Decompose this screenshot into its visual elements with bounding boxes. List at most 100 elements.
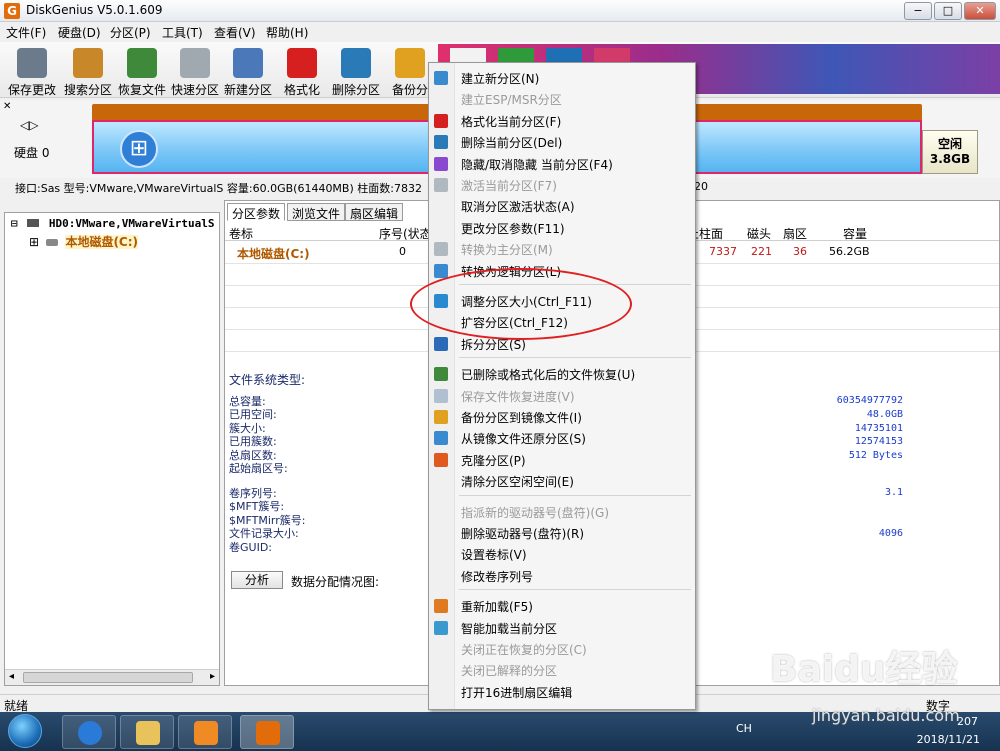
detail-value: 12574153 [854,436,903,447]
menu-item[interactable]: 从镜像文件还原分区(S) [429,427,695,448]
backup-pie-icon [434,410,448,424]
menu-item[interactable]: 隐藏/取消隐藏 当前分区(F4) [429,153,695,174]
menu-partition[interactable]: 分区(P) [110,24,151,41]
menu-item[interactable]: 已删除或格式化后的文件恢复(U) [429,363,695,384]
detail-label: 卷序列号: [229,487,277,500]
disk-nav-arrows[interactable]: ◁▷ [20,118,38,132]
taskbar-diskgenius[interactable] [240,715,294,749]
menu-item[interactable]: 打开16进制扇区编辑 [429,681,695,702]
internet-explorer-icon [78,721,102,745]
quick-partition-button[interactable]: 快速分区 [167,48,223,97]
tree-expand-icon[interactable]: ⊞ [29,235,39,249]
new-partition-button[interactable]: 新建分区 [220,48,276,97]
window-title: DiskGenius V5.0.1.609 [26,3,163,17]
detail-label: 卷GUID: [229,541,272,554]
column-header[interactable]: 容量 [843,225,867,242]
tab-browse-files[interactable]: 浏览文件 [287,203,346,221]
free-space-size: 3.8GB [929,152,971,166]
smart-load-icon [434,620,448,635]
search-partition-button[interactable]: 搜索分区 [60,48,116,97]
free-space-segment[interactable]: 空闲 3.8GB [922,130,978,174]
tree-item-local-disk-c[interactable]: ⊞ 本地磁盘(C:) [29,233,139,250]
menu-item-label: 关闭已解释的分区 [461,664,558,679]
scroll-left-icon[interactable]: ◂ [9,671,14,682]
format-button[interactable]: 格式化 [274,48,330,97]
menu-item[interactable]: 格式化当前分区(F) [429,110,695,131]
tree-item-label: 本地磁盘(C:) [65,235,139,249]
row-size: 56.2GB [829,245,870,258]
analyze-button[interactable]: 分析 [231,571,283,589]
row-volume-label: 本地磁盘(C:) [237,247,310,261]
windows-logo-icon: ⊞ [120,130,158,168]
column-header[interactable]: 磁头 [747,225,771,242]
column-header[interactable]: 卷标 [229,225,253,242]
split-icon [434,336,448,351]
menu-bar: 文件(F) 硬盘(D) 分区(P) 工具(T) 查看(V) 帮助(H) [0,22,1000,42]
close-icon[interactable]: ✕ [3,101,11,112]
menu-item[interactable]: 设置卷标(V) [429,543,695,564]
menu-item-label: 重新加载(F5) [461,600,533,615]
tree-item-label: HD0:VMware,VMwareVirtualS [48,217,215,230]
menu-tools[interactable]: 工具(T) [162,24,203,41]
menu-item: 关闭正在恢复的分区(C) [429,638,695,659]
minimize-button[interactable]: − [904,2,932,20]
scroll-right-icon[interactable]: ▸ [210,671,215,682]
menu-item-label: 隐藏/取消隐藏 当前分区(F4) [461,157,613,172]
menu-item[interactable]: 清除分区空闲空间(E) [429,470,695,491]
save-progress-icon [434,388,448,403]
recover-files-button[interactable]: 恢复文件 [114,48,170,97]
close-button[interactable]: ✕ [964,2,996,20]
detail-label: $MFT簇号: [229,500,285,513]
allocation-map-label: 数据分配情况图: [291,575,380,589]
tree-collapse-icon[interactable]: ⊟ [11,217,18,230]
folder-icon [136,721,160,745]
maximize-button[interactable]: □ [934,2,962,20]
menu-item[interactable]: 重新加载(F5) [429,595,695,616]
tab-sector-edit[interactable]: 扇区编辑 [345,203,404,221]
taskbar-media-player[interactable] [178,715,232,749]
column-header[interactable]: 序号(状态 [379,225,432,242]
column-header[interactable]: 扇区 [783,225,807,242]
tree-item-hd0[interactable]: ⊟ HD0:VMware,VMwareVirtualS [11,217,214,230]
language-indicator[interactable]: CH [736,722,752,735]
title-bar: G DiskGenius V5.0.1.609 − □ ✕ [0,0,1000,22]
delete-partition-button[interactable]: 删除分区 [328,48,384,97]
toolbar-label: 保存更改 [7,83,56,97]
disk-label: 硬盘 0 [14,146,50,160]
recover-box-icon [127,48,157,78]
toolbar-label: 新建分区 [223,83,272,97]
menu-item: 指派新的驱动器号(盘符)(G) [429,501,695,522]
menu-item-label: 删除当前分区(Del) [461,136,563,151]
magnifier-icon [73,48,103,78]
menu-item[interactable]: 删除当前分区(Del) [429,131,695,152]
menu-item[interactable]: 克隆分区(P) [429,449,695,470]
menu-item[interactable]: 更改分区参数(F11) [429,217,695,238]
detail-value: 3.1 [884,487,903,498]
menu-file[interactable]: 文件(F) [6,24,46,41]
menu-item[interactable]: 取消分区激活状态(A) [429,195,695,216]
menu-item-label: 清除分区空闲空间(E) [461,475,574,490]
menu-item: 建立ESP/MSR分区 [429,88,695,109]
taskbar-ie[interactable] [62,715,116,749]
menu-help[interactable]: 帮助(H) [266,24,308,41]
taskbar-explorer[interactable] [120,715,174,749]
menu-disk[interactable]: 硬盘(D) [58,24,101,41]
detail-label: 已用簇数: [229,435,277,448]
toolbar-label: 快速分区 [170,83,219,97]
clock-date[interactable]: 2018/11/21 [917,733,980,746]
scroll-thumb[interactable] [23,672,193,683]
tree-horizontal-scrollbar[interactable]: ◂ ▸ [5,669,219,685]
menu-separator [459,589,691,591]
restore-icon [434,431,448,446]
menu-item[interactable]: 修改卷序列号 [429,565,695,586]
save-changes-button[interactable]: 保存更改 [4,48,60,97]
menu-item[interactable]: 智能加载当前分区 [429,617,695,638]
menu-item[interactable]: 删除驱动器号(盘符)(R) [429,522,695,543]
menu-item[interactable]: 备份分区到镜像文件(I) [429,406,695,427]
tab-partition-params[interactable]: 分区参数 [227,203,286,221]
menu-view[interactable]: 查看(V) [214,24,256,41]
start-button[interactable] [8,714,42,748]
menu-item[interactable]: 建立新分区(N) [429,67,695,88]
backup-pie-icon [395,48,425,78]
disk-info-tail: 20 [694,180,708,193]
